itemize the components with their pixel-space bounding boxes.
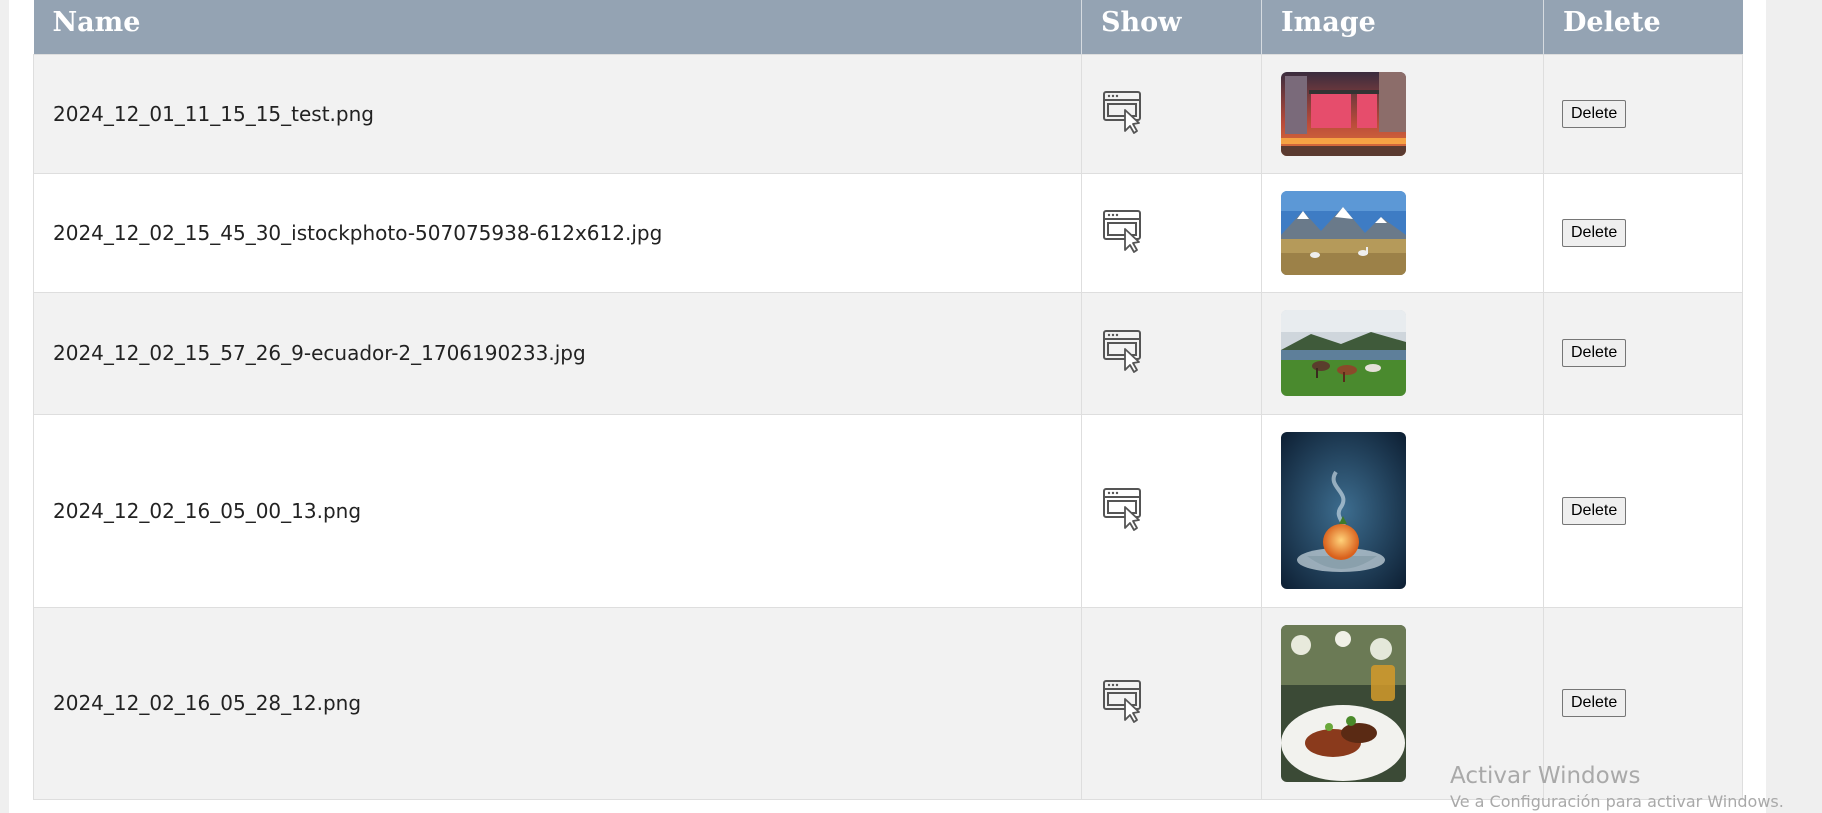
browser-window-cursor-icon[interactable] <box>1102 90 1144 134</box>
browser-window-cursor-icon[interactable] <box>1102 487 1144 531</box>
llamas-grazing-lake-image <box>1281 310 1406 396</box>
browser-window-cursor-icon[interactable] <box>1102 209 1144 253</box>
file-name: 2024_12_02_16_05_28_12.png <box>33 606 1082 800</box>
file-name: 2024_12_02_16_05_00_13.png <box>33 413 1082 608</box>
table-header-row: Name Show Image Delete <box>33 0 1743 54</box>
delete-button[interactable]: Delete <box>1562 218 1627 247</box>
files-table: Name Show Image Delete 2024_12_01_11_15_… <box>33 0 1743 800</box>
plated-food-image <box>1281 624 1406 782</box>
browser-window-cursor-icon[interactable] <box>1102 329 1144 373</box>
delete-button[interactable]: Delete <box>1562 339 1627 367</box>
delete-button[interactable]: Delete <box>1562 496 1627 525</box>
file-name: 2024_12_02_15_45_30_istockphoto-50707593… <box>33 172 1082 293</box>
watermark-title: Activar Windows <box>1450 763 1641 789</box>
file-name: 2024_12_01_11_15_15_test.png <box>33 53 1082 174</box>
snowy-mountains-llamas-image <box>1281 190 1406 275</box>
browser-window-cursor-icon[interactable] <box>1102 679 1144 723</box>
table-row: 2024_12_01_11_15_15_test.png Delete <box>33 53 1743 174</box>
header-image: Image <box>1261 0 1544 54</box>
header-name: Name <box>33 0 1082 54</box>
table-row: 2024_12_02_16_05_00_13.png Delete <box>33 413 1743 608</box>
delete-button[interactable]: Delete <box>1562 689 1627 717</box>
file-name: 2024_12_02_15_57_26_9-ecuador-2_17061902… <box>33 291 1082 415</box>
table-row: 2024_12_02_15_57_26_9-ecuador-2_17061902… <box>33 291 1743 415</box>
windows-activation-watermark: Activar Windows Ve a Configuración para … <box>1450 762 1784 812</box>
delete-button[interactable]: Delete <box>1562 99 1627 128</box>
header-show: Show <box>1081 0 1262 54</box>
smoking-dessert-image <box>1281 432 1406 589</box>
table-row: 2024_12_02_15_45_30_istockphoto-50707593… <box>33 172 1743 293</box>
city-billboard-image <box>1281 71 1406 156</box>
watermark-subtitle: Ve a Configuración para activar Windows. <box>1450 792 1784 811</box>
header-delete: Delete <box>1543 0 1743 54</box>
